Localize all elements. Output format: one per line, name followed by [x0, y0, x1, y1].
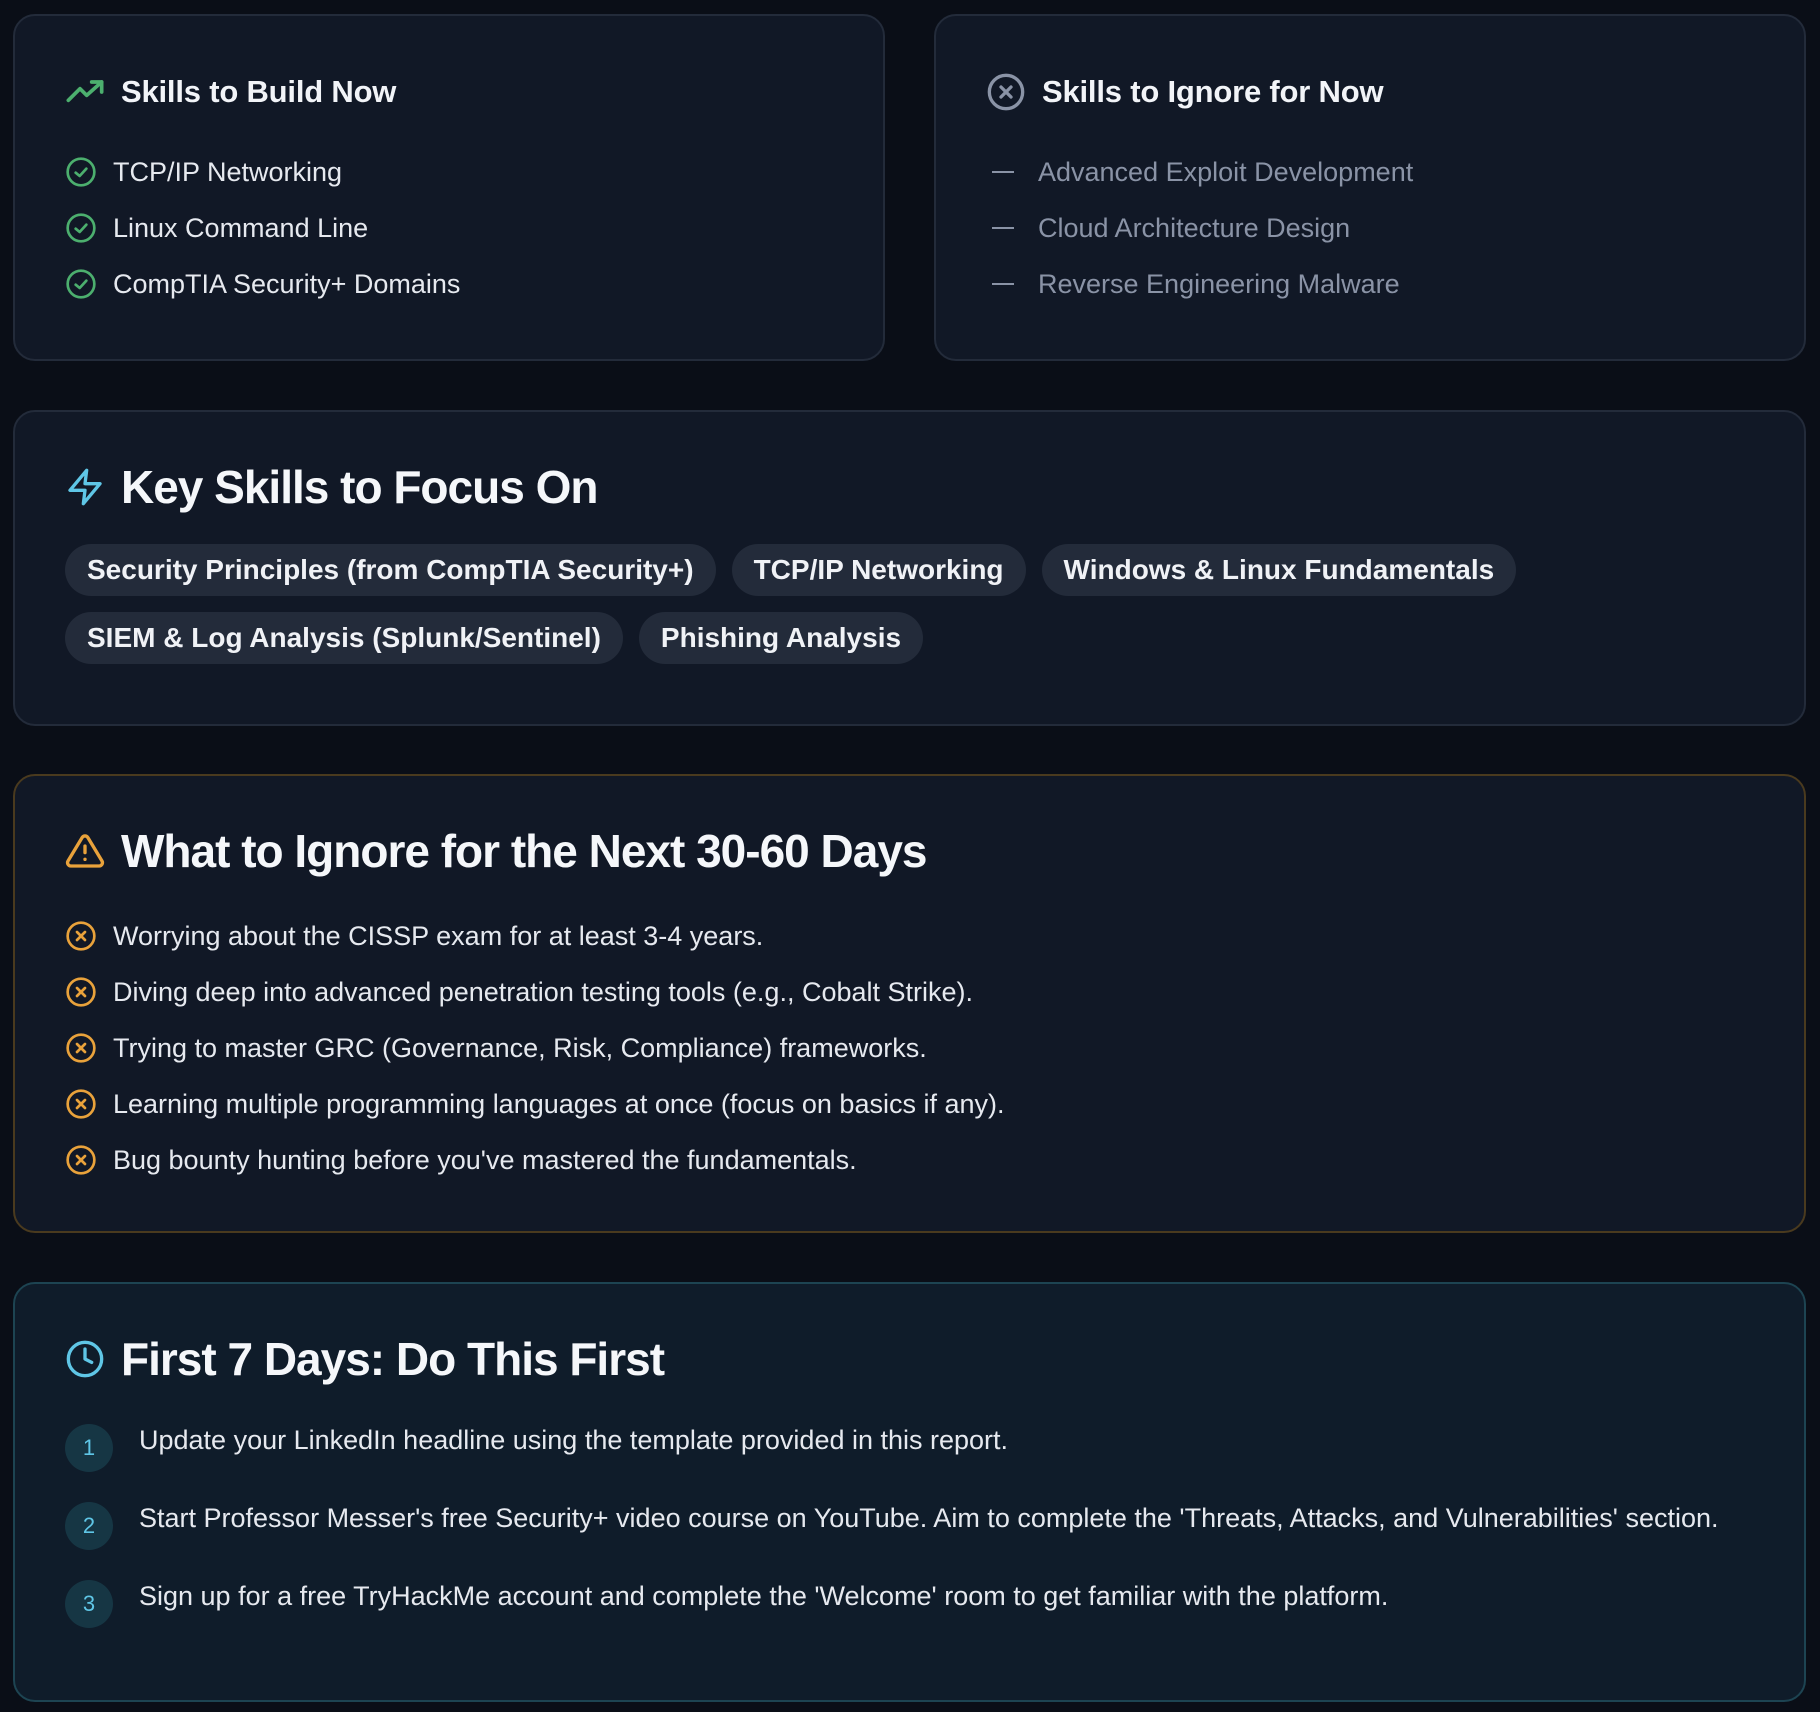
lightning-icon	[68, 468, 102, 506]
x-circle-icon	[66, 1089, 96, 1119]
check-circle-icon	[66, 157, 96, 187]
ignore-now-title: Skills to Ignore for Now	[1042, 74, 1384, 109]
dash-icon	[992, 227, 1014, 229]
list-item: Learning multiple programming languages …	[65, 1076, 1754, 1132]
first-days-steps: 1 Update your LinkedIn headline using th…	[65, 1420, 1765, 1628]
list-item: TCP/IP Networking	[65, 144, 833, 200]
ignore-days-item: Trying to master GRC (Governance, Risk, …	[113, 1032, 927, 1063]
list-item: Worrying about the CISSP exam for at lea…	[65, 908, 1754, 964]
step-number-badge: 1	[65, 1424, 113, 1472]
list-item: Cloud Architecture Design	[986, 200, 1754, 256]
step-text: Start Professor Messer's free Security+ …	[139, 1503, 1719, 1533]
ignore-days-title: What to Ignore for the Next 30-60 Days	[121, 825, 927, 877]
list-item: Trying to master GRC (Governance, Risk, …	[65, 1020, 1754, 1076]
step-item: 1 Update your LinkedIn headline using th…	[65, 1420, 1765, 1472]
ignore-days-header: What to Ignore for the Next 30-60 Days	[65, 824, 1754, 878]
build-now-list: TCP/IP Networking Linux Command Line Com…	[65, 144, 833, 312]
ignore-now-card: Skills to Ignore for Now Advanced Exploi…	[934, 14, 1806, 361]
warning-triangle-icon	[65, 834, 105, 868]
dash-icon	[992, 283, 1014, 285]
skill-pill: Security Principles (from CompTIA Securi…	[65, 544, 716, 596]
ignore-days-item: Bug bounty hunting before you've mastere…	[113, 1144, 857, 1175]
x-circle-icon	[987, 73, 1025, 111]
list-item: CompTIA Security+ Domains	[65, 256, 833, 312]
skill-pill: TCP/IP Networking	[731, 544, 1026, 596]
page: Skills to Build Now TCP/IP Networking Li…	[0, 0, 1820, 1712]
list-item: Linux Command Line	[65, 200, 833, 256]
step-number-badge: 2	[65, 1502, 113, 1550]
ignore-days-card: What to Ignore for the Next 30-60 Days W…	[13, 774, 1806, 1233]
key-skills-title: Key Skills to Focus On	[121, 461, 598, 513]
build-now-item: Linux Command Line	[113, 212, 369, 243]
ignore-now-header: Skills to Ignore for Now	[986, 72, 1754, 112]
list-item: Advanced Exploit Development	[986, 144, 1754, 200]
x-circle-icon	[66, 1033, 96, 1063]
trending-up-icon	[66, 80, 104, 103]
build-now-item: TCP/IP Networking	[113, 156, 343, 187]
step-text: Sign up for a free TryHackMe account and…	[139, 1581, 1389, 1611]
skill-pill: Windows & Linux Fundamentals	[1041, 544, 1517, 596]
check-circle-icon	[66, 269, 96, 299]
ignore-days-list: Worrying about the CISSP exam for at lea…	[65, 908, 1754, 1188]
ignore-days-item: Worrying about the CISSP exam for at lea…	[113, 920, 764, 951]
step-item: 2 Start Professor Messer's free Security…	[65, 1498, 1765, 1550]
x-circle-icon	[66, 1145, 96, 1175]
dash-icon	[992, 171, 1014, 173]
list-item: Diving deep into advanced penetration te…	[65, 964, 1754, 1020]
key-skills-header: Key Skills to Focus On	[65, 460, 1754, 514]
skill-pill: Phishing Analysis	[638, 612, 924, 664]
key-skills-card: Key Skills to Focus On Security Principl…	[13, 410, 1806, 726]
x-circle-icon	[66, 921, 96, 951]
build-now-header: Skills to Build Now	[65, 72, 833, 112]
first-days-title: First 7 Days: Do This First	[121, 1333, 665, 1385]
ignore-now-item: Cloud Architecture Design	[1038, 212, 1351, 243]
ignore-days-item: Learning multiple programming languages …	[113, 1088, 1005, 1119]
list-item: Reverse Engineering Malware	[986, 256, 1754, 312]
check-circle-icon	[66, 213, 96, 243]
skill-pill: SIEM & Log Analysis (Splunk/Sentinel)	[65, 612, 623, 664]
ignore-now-list: Advanced Exploit Development Cloud Archi…	[986, 144, 1754, 312]
x-circle-icon	[66, 977, 96, 1007]
first-days-card: First 7 Days: Do This First 1 Update you…	[13, 1282, 1806, 1702]
ignore-days-item: Diving deep into advanced penetration te…	[113, 976, 974, 1007]
skill-pills: Security Principles (from CompTIA Securi…	[65, 544, 1605, 664]
build-now-title: Skills to Build Now	[121, 74, 397, 109]
build-now-card: Skills to Build Now TCP/IP Networking Li…	[13, 14, 885, 361]
list-item: Bug bounty hunting before you've mastere…	[65, 1132, 1754, 1188]
step-item: 3 Sign up for a free TryHackMe account a…	[65, 1576, 1765, 1628]
clock-icon	[66, 1340, 104, 1378]
ignore-now-item: Advanced Exploit Development	[1038, 156, 1414, 187]
step-text: Update your LinkedIn headline using the …	[139, 1425, 1009, 1455]
step-number-badge: 3	[65, 1580, 113, 1628]
ignore-now-item: Reverse Engineering Malware	[1038, 268, 1400, 299]
build-now-item: CompTIA Security+ Domains	[113, 268, 461, 299]
first-days-header: First 7 Days: Do This First	[65, 1332, 1754, 1386]
